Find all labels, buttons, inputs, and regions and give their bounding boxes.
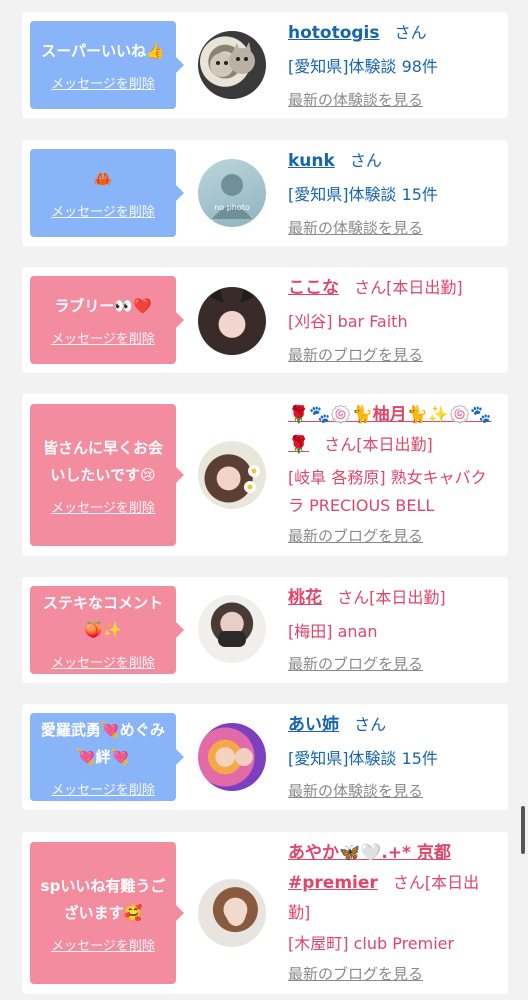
list-item: ステキなコメント🍑✨ メッセージを削除 桃花 さん[本日出勤] [梅田] ana… bbox=[22, 577, 508, 683]
user-detail: [愛知県]体験談 98件 bbox=[288, 57, 438, 76]
honorific: さん[本日出勤] bbox=[337, 588, 446, 607]
cat-ears-icon bbox=[210, 289, 254, 303]
girl-photo-avatar[interactable] bbox=[198, 287, 266, 355]
cat-icon bbox=[210, 42, 255, 77]
honorific: さん bbox=[354, 715, 387, 734]
list-item: 🦀 メッセージを削除 no photo kunk さん [愛知県]体験談 15件… bbox=[22, 140, 508, 246]
two-people-icon bbox=[235, 748, 253, 766]
message-bubble: ラブリー👀❤️ メッセージを削除 bbox=[30, 276, 184, 364]
user-name-link[interactable]: あい姉 bbox=[288, 715, 339, 735]
user-info: あい姉 さん [愛知県]体験談 15件 bbox=[288, 712, 500, 772]
message-bubble: ステキなコメント🍑✨ メッセージを削除 bbox=[30, 586, 184, 674]
message-bubble: 愛羅武勇💘めぐみ💘絆💘 メッセージを削除 bbox=[30, 713, 184, 801]
list-item: ラブリー👀❤️ メッセージを削除 ここな さん[本日出勤] [刈谷] bar F… bbox=[22, 267, 508, 373]
message-text: 🦀 bbox=[93, 170, 113, 188]
message-text: スーパーいいね👍 bbox=[41, 42, 165, 60]
list-item: スーパーいいね👍 メッセージを削除 hototogis さん [愛知県]体験談 … bbox=[22, 12, 508, 118]
honorific: さん bbox=[349, 151, 382, 170]
message-text: ステキなコメント🍑✨ bbox=[42, 593, 163, 639]
user-info: ここな さん[本日出勤] [刈谷] bar Faith bbox=[288, 275, 500, 335]
user-name-link[interactable]: hototogis bbox=[288, 23, 380, 43]
user-detail: [刈谷] bar Faith bbox=[288, 312, 408, 331]
delete-message-link[interactable]: メッセージを削除 bbox=[51, 779, 155, 798]
girls-photo-avatar[interactable] bbox=[198, 723, 266, 791]
flower-icon bbox=[244, 465, 260, 493]
user-detail: [木屋町] club Premier bbox=[288, 934, 455, 953]
honorific: さん[本日出勤] bbox=[324, 435, 433, 454]
message-text: 愛羅武勇💘めぐみ💘絆💘 bbox=[40, 720, 166, 766]
user-info: hototogis さん [愛知県]体験談 98件 bbox=[288, 20, 500, 80]
portrait-icon bbox=[226, 900, 246, 926]
no-photo-label: no photo bbox=[214, 203, 250, 212]
see-latest-link[interactable]: 最新の体験談を見る bbox=[288, 217, 423, 238]
user-detail: [岐阜 各務原] 熟女キャバクラ PRECIOUS BELL bbox=[288, 468, 487, 515]
see-latest-link[interactable]: 最新の体験談を見る bbox=[288, 89, 423, 110]
see-latest-link[interactable]: 最新のブログを見る bbox=[288, 525, 423, 546]
delete-message-link[interactable]: メッセージを削除 bbox=[51, 73, 155, 92]
delete-message-link[interactable]: メッセージを削除 bbox=[51, 652, 155, 671]
girl-photo-avatar[interactable] bbox=[198, 879, 266, 947]
see-latest-link[interactable]: 最新のブログを見る bbox=[288, 963, 423, 984]
message-text: ラブリー👀❤️ bbox=[54, 297, 152, 315]
honorific: さん bbox=[394, 23, 427, 42]
user-detail: [愛知県]体験談 15件 bbox=[288, 185, 438, 204]
user-detail: [梅田] anan bbox=[288, 622, 378, 641]
message-text: spいいね有難うございます🥰 bbox=[40, 876, 166, 922]
user-name-link[interactable]: ここな bbox=[288, 278, 339, 298]
message-bubble: spいいね有難うございます🥰 メッセージを削除 bbox=[30, 842, 184, 984]
user-info: 🌹🐾🍥🐈柚月🐈✨🍥🐾🌹 さん[本日出勤] [岐阜 各務原] 熟女キャバクラ PR… bbox=[288, 400, 500, 520]
girl-photo-avatar[interactable] bbox=[198, 441, 266, 509]
message-bubble: 🦀 メッセージを削除 bbox=[30, 149, 184, 237]
list-item: 愛羅武勇💘めぐみ💘絆💘 メッセージを削除 あい姉 さん [愛知県]体験談 15件… bbox=[22, 704, 508, 810]
delete-message-link[interactable]: メッセージを削除 bbox=[51, 328, 155, 347]
no-photo-avatar[interactable]: no photo bbox=[198, 159, 266, 227]
honorific: さん[本日出勤] bbox=[354, 278, 463, 297]
message-text: 皆さんに早くお会いしたいです😢 bbox=[42, 438, 163, 484]
delete-message-link[interactable]: メッセージを削除 bbox=[51, 935, 155, 954]
list-item: spいいね有難うございます🥰 メッセージを削除 あやか🦋🤍.+* 京都 #pre… bbox=[22, 832, 508, 994]
see-latest-link[interactable]: 最新の体験談を見る bbox=[288, 780, 423, 801]
list-item: 皆さんに早くお会いしたいです😢 メッセージを削除 🌹🐾🍥🐈柚月🐈✨🍥🐾🌹 さん[… bbox=[22, 394, 508, 556]
message-bubble: スーパーいいね👍 メッセージを削除 bbox=[30, 21, 184, 109]
girl-photo-avatar[interactable] bbox=[198, 595, 266, 663]
delete-message-link[interactable]: メッセージを削除 bbox=[51, 497, 155, 516]
user-name-link[interactable]: 桃花 bbox=[288, 588, 322, 608]
scrollbar[interactable] bbox=[521, 806, 525, 854]
user-info: 桃花 さん[本日出勤] [梅田] anan bbox=[288, 585, 500, 645]
user-info: あやか🦋🤍.+* 京都 #premier さん[本日出勤] [木屋町] club… bbox=[288, 838, 500, 957]
delete-message-link[interactable]: メッセージを削除 bbox=[51, 201, 155, 220]
cat-photo-avatar[interactable] bbox=[198, 31, 266, 99]
user-detail: [愛知県]体験談 15件 bbox=[288, 749, 438, 768]
see-latest-link[interactable]: 最新のブログを見る bbox=[288, 344, 423, 365]
see-latest-link[interactable]: 最新のブログを見る bbox=[288, 653, 423, 674]
user-name-link[interactable]: kunk bbox=[288, 151, 335, 171]
message-bubble: 皆さんに早くお会いしたいです😢 メッセージを削除 bbox=[30, 404, 184, 546]
person-silhouette-icon bbox=[212, 174, 252, 219]
face-mask-icon bbox=[218, 631, 246, 647]
user-info: kunk さん [愛知県]体験談 15件 bbox=[288, 148, 500, 208]
